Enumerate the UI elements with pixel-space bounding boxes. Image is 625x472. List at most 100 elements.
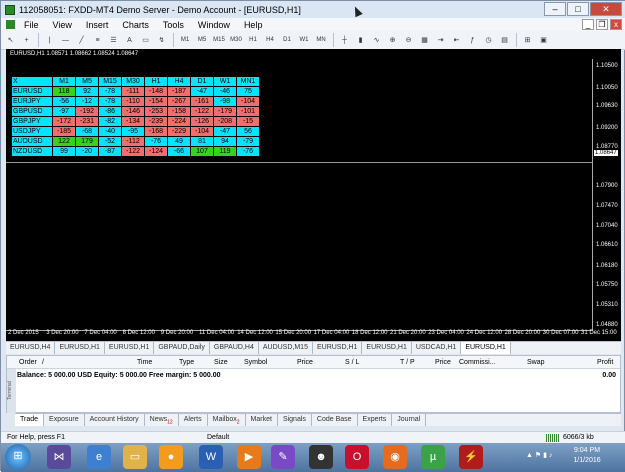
chart-tab[interactable]: EURUSD,H1: [362, 342, 412, 354]
menu-help[interactable]: Help: [237, 20, 270, 30]
timeframe-mn-button[interactable]: MN: [313, 33, 329, 48]
terminal-column-header[interactable]: Swap: [527, 359, 545, 366]
price-chart[interactable]: EURUSD,H1 1.08571 1.08662 1.08524 1.0864…: [6, 49, 621, 341]
timeframe-m1-button[interactable]: M1: [177, 33, 193, 48]
terminal-tab[interactable]: Journal: [392, 414, 427, 426]
fxdd-icon[interactable]: ⚡: [459, 445, 483, 469]
terminal-column-header[interactable]: /: [42, 359, 44, 366]
timeframe-m5-button[interactable]: M5: [194, 33, 210, 48]
horizontal-line-icon[interactable]: —: [58, 33, 73, 48]
chart-tab[interactable]: EURUSD,H1: [461, 342, 511, 354]
terminal-column-header[interactable]: Order: [19, 359, 37, 366]
terminal-tab[interactable]: Code Base: [312, 414, 358, 426]
mdi-close-button[interactable]: x: [610, 19, 622, 30]
terminal-column-header[interactable]: Symbol: [244, 359, 267, 366]
line-chart-icon[interactable]: ∿: [369, 33, 384, 48]
cursor-tool-icon[interactable]: ↖: [3, 33, 18, 48]
terminal-column-header[interactable]: Type: [179, 359, 194, 366]
terminal-column-header[interactable]: T / P: [400, 359, 415, 366]
word-icon[interactable]: W: [199, 445, 223, 469]
chart-tab[interactable]: EURUSD,H4: [6, 342, 56, 354]
terminal-tab[interactable]: Market: [246, 414, 278, 426]
menu-charts[interactable]: Charts: [115, 20, 156, 30]
arrows-tool-icon[interactable]: ↯: [154, 33, 169, 48]
mdi-restore-button[interactable]: ❐: [596, 19, 608, 30]
zoom-out-icon[interactable]: ⊖: [401, 33, 416, 48]
timeframe-h4-button[interactable]: H4: [262, 33, 278, 48]
terminal-tab[interactable]: Signals: [278, 414, 312, 426]
timeframe-m30-button[interactable]: M30: [228, 33, 244, 48]
minimize-button[interactable]: –: [544, 2, 566, 16]
tile-windows-icon[interactable]: ▦: [417, 33, 432, 48]
fibonacci-icon[interactable]: ☰: [106, 33, 121, 48]
tray-icons[interactable]: ▲ ⚑ ▮ ♪: [526, 451, 552, 459]
status-profile[interactable]: Default: [207, 434, 229, 441]
new-order-icon[interactable]: ⊞: [520, 33, 535, 48]
terminal-column-header[interactable]: Time: [137, 359, 152, 366]
timeframe-m15-button[interactable]: M15: [211, 33, 227, 48]
chart-plot-area[interactable]: X M1 M5 M15 M30 H1 H4 D1 W1 MN1 EURUSD 118 92 -78 -111…: [6, 59, 593, 331]
terminal-column-header[interactable]: Price: [297, 359, 313, 366]
terminal-column-header[interactable]: Commissi...: [459, 359, 496, 366]
timeframe-w1-button[interactable]: W1: [296, 33, 312, 48]
bar-chart-icon[interactable]: ┼: [337, 33, 352, 48]
opera-icon[interactable]: O: [345, 445, 369, 469]
autoscroll-icon[interactable]: ⇥: [433, 33, 448, 48]
periods-icon[interactable]: ◷: [481, 33, 496, 48]
terminal-tab[interactable]: News12: [145, 414, 179, 426]
terminal-tab[interactable]: Experts: [358, 414, 393, 426]
candlestick-icon[interactable]: ▮: [353, 33, 368, 48]
file-explorer-icon[interactable]: ▭: [123, 445, 147, 469]
chart-tab[interactable]: AUDUSD,M15: [259, 342, 313, 354]
terminal-tab[interactable]: Alerts: [179, 414, 208, 426]
panda-icon[interactable]: ☻: [309, 445, 333, 469]
media-player-icon[interactable]: ▶: [237, 445, 261, 469]
menu-view[interactable]: View: [46, 20, 79, 30]
label-tool-icon[interactable]: ▭: [138, 33, 153, 48]
firefox-icon[interactable]: ◉: [383, 445, 407, 469]
visual-studio-icon[interactable]: ⋈: [47, 445, 71, 469]
menu-window[interactable]: Window: [191, 20, 237, 30]
timeframe-d1-button[interactable]: D1: [279, 33, 295, 48]
menu-insert[interactable]: Insert: [79, 20, 116, 30]
channel-icon[interactable]: ≡: [90, 33, 105, 48]
title-bar[interactable]: 112058051: FXDD-MT4 Demo Server - Demo A…: [1, 1, 625, 18]
start-button[interactable]: ⊞: [5, 444, 31, 470]
menu-tools[interactable]: Tools: [156, 20, 191, 30]
balance-row[interactable]: Balance: 5 000.00 USD Equity: 5 000.00 F…: [17, 372, 620, 382]
maximize-button[interactable]: □: [567, 2, 589, 16]
chart-tab[interactable]: GBPAUD,H4: [210, 342, 259, 354]
zoom-in-icon[interactable]: ⊕: [385, 33, 400, 48]
terminal-tab[interactable]: Exposure: [44, 414, 85, 426]
terminal-tab[interactable]: Account History: [85, 414, 145, 426]
close-button[interactable]: ✕: [590, 2, 622, 16]
terminal-tab[interactable]: Mailbox2: [208, 414, 246, 426]
chart-tab[interactable]: EURUSD,H1: [55, 342, 105, 354]
crosshair-icon[interactable]: +: [19, 33, 34, 48]
indicators-icon[interactable]: ƒ: [465, 33, 480, 48]
chart-shift-icon[interactable]: ⇤: [449, 33, 464, 48]
terminal-column-header[interactable]: Profit: [597, 359, 613, 366]
templates-icon[interactable]: ▤: [497, 33, 512, 48]
chart-tab[interactable]: EURUSD,H1: [313, 342, 363, 354]
terminal-tab[interactable]: Trade: [15, 414, 45, 426]
mdi-minimize-button[interactable]: _: [582, 19, 594, 30]
tray-clock[interactable]: 9:04 PM 1/1/2016: [564, 446, 610, 466]
vertical-line-icon[interactable]: |: [42, 33, 57, 48]
terminal-column-header[interactable]: S / L: [345, 359, 359, 366]
internet-explorer-icon[interactable]: e: [87, 445, 111, 469]
trendline-icon[interactable]: ╱: [74, 33, 89, 48]
text-tool-icon[interactable]: A: [122, 33, 137, 48]
chart-tab[interactable]: GBPAUD,Daily: [154, 342, 210, 354]
timeframe-h1-button[interactable]: H1: [245, 33, 261, 48]
firefox-old-icon[interactable]: ●: [159, 445, 183, 469]
chart-tab[interactable]: EURUSD,H1: [105, 342, 155, 354]
utorrent-icon[interactable]: µ: [421, 445, 445, 469]
terminal-column-header[interactable]: Size: [214, 359, 228, 366]
terminal-header: Order / Time Type Size Symbol Price S / L T / P P…: [7, 356, 620, 369]
chart-tab[interactable]: USDCAD,H1: [412, 342, 462, 354]
autotrading-icon[interactable]: ▣: [536, 33, 551, 48]
terminal-column-header[interactable]: Price: [435, 359, 451, 366]
pen-tool-icon[interactable]: ✎: [271, 445, 295, 469]
menu-file[interactable]: File: [17, 20, 46, 30]
